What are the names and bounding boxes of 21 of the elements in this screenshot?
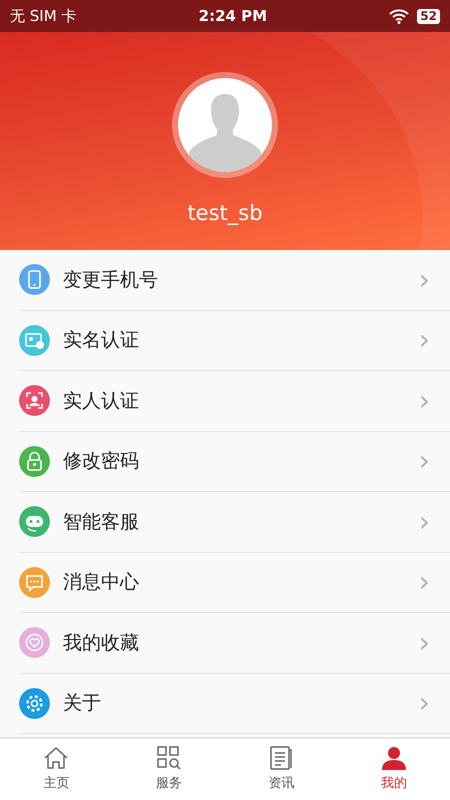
menu-item[interactable]: 实人认证	[63, 386, 415, 415]
tab-button[interactable]: 主页	[16, 746, 96, 794]
battery-indicator: 52	[417, 8, 440, 24]
news-icon	[268, 746, 294, 770]
username-text: test_sb	[187, 200, 263, 227]
home-icon	[43, 746, 70, 770]
tab-button[interactable]: 资讯	[241, 746, 322, 794]
carrier-text: 无 SIM 卡	[10, 6, 76, 27]
menu-item[interactable]: 实名认证	[63, 326, 415, 354]
wifi-icon	[389, 8, 410, 24]
clock-text: 2:24 PM	[198, 6, 268, 27]
tab-button[interactable]: 我的	[354, 746, 434, 794]
menu-item[interactable]: 我的收藏	[63, 628, 415, 657]
tab-button[interactable]: 服务	[128, 746, 209, 794]
menu-item[interactable]: 消息中心	[63, 568, 415, 596]
menu-item[interactable]: 修改密码	[63, 447, 415, 476]
grid-search-icon	[156, 746, 182, 770]
menu-item[interactable]: 智能客服	[63, 508, 415, 536]
person-icon	[380, 746, 407, 770]
menu-item[interactable]: 关于	[63, 689, 415, 718]
menu-item[interactable]: 变更手机号	[63, 266, 415, 294]
